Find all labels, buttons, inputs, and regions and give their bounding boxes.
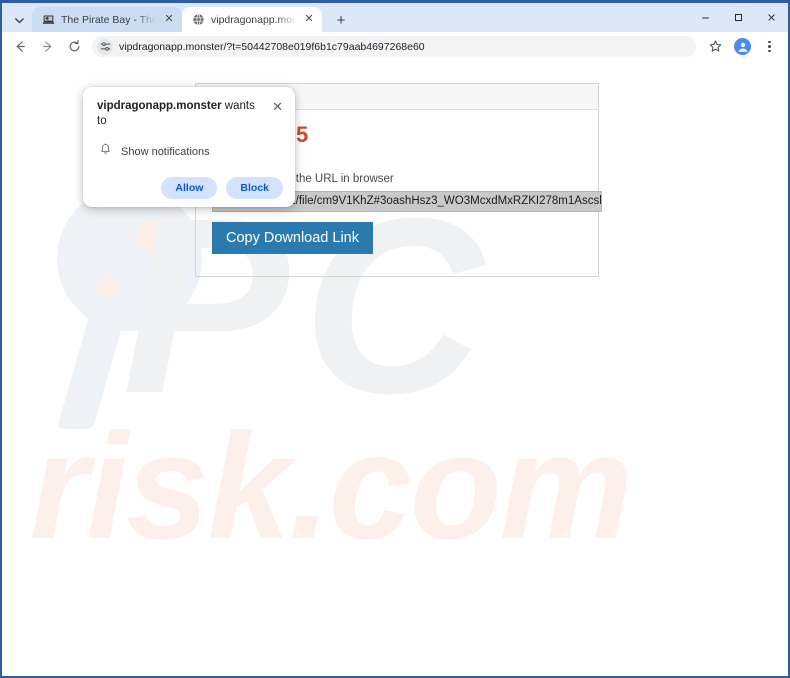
tab-vipdragonapp[interactable]: vipdragonapp.monster/?t=504 ✕: [182, 7, 322, 32]
watermark-domain-text: risk.com: [30, 402, 633, 570]
address-bar[interactable]: vipdragonapp.monster/?t=50442708e019f6b1…: [92, 36, 696, 57]
browser-window: The Pirate Bay - The galaxy's m ✕ vipdra…: [0, 0, 790, 678]
watermark-dot: [137, 221, 167, 251]
tab-pirate-bay[interactable]: The Pirate Bay - The galaxy's m ✕: [32, 7, 182, 32]
window-controls: [689, 3, 788, 32]
watermark-dot: [97, 276, 118, 297]
bell-icon: [99, 143, 112, 161]
prompt-close-icon[interactable]: ✕: [272, 99, 283, 113]
tab-close-icon[interactable]: ✕: [302, 13, 316, 27]
prompt-origin: vipdragonapp.monster: [97, 100, 222, 112]
page-viewport: PC risk.com ready... d is: 2025 Copy and…: [2, 61, 788, 676]
prompt-actions: Allow Block: [97, 176, 283, 200]
back-button[interactable]: [8, 34, 33, 59]
watermark-magnifier-icon: [57, 186, 202, 331]
prompt-header: vipdragonapp.monster wants to ✕: [97, 99, 283, 129]
prompt-request-label: Show notifications: [121, 145, 210, 158]
tab-title: The Pirate Bay - The galaxy's m: [61, 13, 156, 26]
new-tab-button[interactable]: +: [328, 8, 354, 32]
address-bar-url: vipdragonapp.monster/?t=50442708e019f6b1…: [119, 40, 425, 53]
tune-sliders-icon[interactable]: [97, 38, 113, 55]
reload-button[interactable]: [62, 34, 87, 59]
profile-button[interactable]: [730, 34, 755, 59]
watermark-magnifier-handle: [56, 309, 128, 429]
tab-title: vipdragonapp.monster/?t=504: [211, 13, 296, 26]
notification-permission-prompt: vipdragonapp.monster wants to ✕ Show not…: [83, 87, 295, 208]
tab-strip: The Pirate Bay - The galaxy's m ✕ vipdra…: [2, 3, 788, 32]
profile-avatar-icon: [734, 38, 751, 55]
browser-menu-button[interactable]: [757, 34, 782, 59]
pirate-ship-icon: [41, 13, 55, 27]
prompt-request-row: Show notifications: [97, 143, 283, 161]
tab-search-dropdown-icon[interactable]: [6, 8, 32, 32]
minimize-button[interactable]: [689, 3, 722, 32]
browser-toolbar: vipdragonapp.monster/?t=50442708e019f6b1…: [2, 32, 788, 61]
block-button[interactable]: Block: [226, 176, 283, 200]
maximize-button[interactable]: [722, 3, 755, 32]
globe-icon: [191, 13, 205, 27]
watermark-dot: [145, 279, 158, 292]
prompt-title: vipdragonapp.monster wants to: [97, 99, 264, 129]
forward-button[interactable]: [35, 34, 60, 59]
copy-download-link-button[interactable]: Copy Download Link: [212, 221, 373, 254]
kebab-menu-icon: [768, 40, 771, 53]
close-button[interactable]: [755, 3, 788, 32]
allow-button[interactable]: Allow: [161, 176, 218, 200]
bookmark-star-icon[interactable]: [703, 34, 728, 59]
tab-close-icon[interactable]: ✕: [162, 13, 176, 27]
